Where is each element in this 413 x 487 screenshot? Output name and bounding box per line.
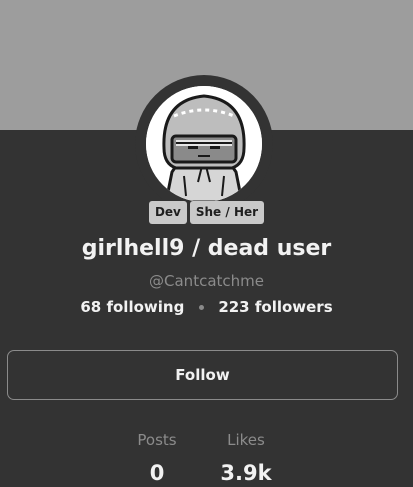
hooded-character-icon [146, 86, 262, 202]
followers-label: followers [254, 298, 333, 316]
follow-counts: 68 following 223 followers [0, 298, 413, 316]
following-label: following [106, 298, 185, 316]
followers-count: 223 [218, 298, 250, 316]
posts-label: Posts [137, 431, 177, 449]
role-badge: Dev [148, 201, 187, 224]
following-count: 68 [80, 298, 102, 316]
following-link[interactable]: 68 following [80, 298, 184, 316]
posts-stat[interactable]: Posts 0 [127, 430, 187, 487]
follow-button[interactable]: Follow [7, 350, 398, 400]
separator-dot-icon [199, 304, 205, 310]
display-name: girlhell9 / dead user [81, 236, 332, 261]
user-handle: @Cantcatchme [149, 272, 264, 290]
pronoun-badge: She / Her [189, 201, 265, 224]
avatar[interactable] [146, 86, 262, 202]
likes-value: 3.9k [220, 461, 272, 485]
likes-stat[interactable]: Likes 3.9k [210, 430, 282, 487]
badge-row: Dev She / Her [0, 201, 413, 224]
likes-label: Likes [227, 431, 265, 449]
posts-value: 0 [149, 461, 165, 485]
followers-link[interactable]: 223 followers [218, 298, 332, 316]
